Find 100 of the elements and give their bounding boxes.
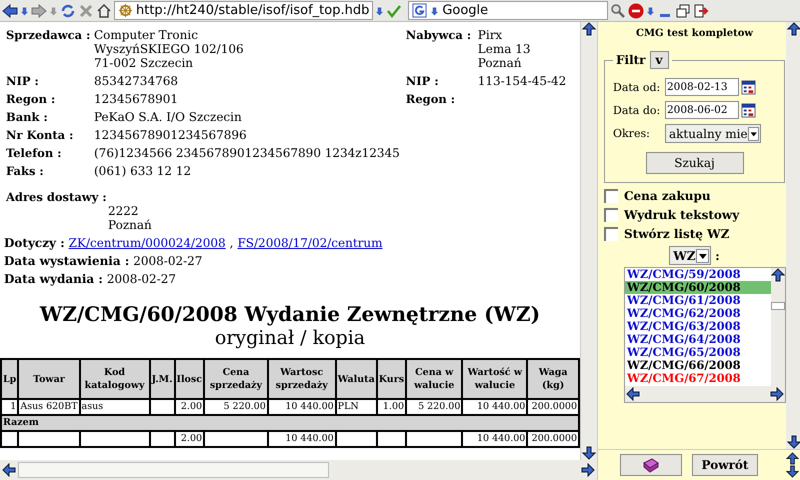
separator-text: , — [230, 236, 234, 250]
reload-icon[interactable] — [60, 2, 76, 18]
column-header: Kod katalogowy — [80, 359, 150, 399]
field-label: Data wystawienia : — [4, 254, 130, 268]
document-item[interactable]: WZ/CMG/67/2008 — [625, 372, 771, 385]
checkbox[interactable] — [604, 189, 618, 203]
field-label: Nr Konta : — [6, 128, 74, 142]
date-field[interactable]: 2008-02-13 — [665, 78, 739, 96]
field-value: PeKaO S.A. I/O Szczecin — [94, 110, 242, 124]
column-header: Kurs — [376, 359, 406, 399]
checkbox[interactable] — [604, 227, 618, 241]
filter-legend: Filtr — [616, 53, 646, 67]
address-line: Lema 13 — [478, 42, 530, 56]
column-header: Wartosc sprzedaży — [268, 359, 336, 399]
horizontal-scrollbar[interactable] — [0, 460, 597, 480]
back-button[interactable]: Powrót — [692, 454, 758, 476]
address-line: Computer Tronic — [94, 28, 199, 42]
scroll-left-icon[interactable] — [626, 387, 640, 401]
document-item[interactable]: WZ/CMG/63/2008 — [625, 320, 771, 333]
scroll-left-icon[interactable] — [2, 463, 16, 477]
scroll-down-icon[interactable] — [582, 446, 596, 460]
document-title: WZ/CMG/60/2008 Wydanie Zewnętrzne (WZ) — [38, 302, 542, 326]
column-header: Waga (kg) — [527, 359, 579, 399]
total-label: Razem — [1, 415, 579, 431]
scroll-up-icon[interactable] — [771, 268, 785, 282]
document-type-dropdown[interactable]: WZ — [669, 246, 712, 265]
field-value: 2008-02-27 — [133, 254, 202, 268]
field-label: Data wydania : — [4, 272, 103, 286]
field-label: Nabywca : — [406, 28, 472, 44]
address-line: 71-002 Szczecin — [94, 56, 194, 70]
vertical-scrollbar[interactable] — [580, 22, 597, 460]
field-value: 85342734768 — [94, 74, 178, 88]
table-cell: 2.00 — [174, 431, 204, 447]
field-label: NIP : — [406, 74, 440, 88]
book-button[interactable] — [620, 454, 682, 476]
field-value: 12345678901 — [94, 92, 178, 106]
address-line: Poznań — [108, 218, 153, 232]
column-header: Ilosc — [174, 359, 204, 399]
scrollbar-thumb[interactable] — [771, 302, 785, 310]
scroll-down-icon[interactable] — [786, 435, 800, 449]
field-label: Telefon : — [6, 146, 62, 160]
toggle-button[interactable]: v — [650, 51, 668, 69]
field-value: 113-154-45-42 — [478, 74, 566, 88]
scroll-right-icon[interactable] — [770, 387, 784, 401]
stop-sign-icon[interactable] — [628, 2, 644, 18]
checkbox-label: Stwórz listę WZ — [624, 227, 730, 241]
scrollbar-thumb[interactable] — [18, 462, 329, 478]
field-value: (76)1234566 2345678901234567890 1234z12345 — [94, 146, 400, 160]
document-item[interactable]: WZ/CMG/64/2008 — [625, 333, 771, 346]
document-item[interactable]: WZ/CMG/62/2008 — [625, 307, 771, 320]
checkbox[interactable] — [604, 208, 618, 222]
address-line: 2222 — [108, 204, 140, 218]
document-subtitle: oryginał / kopia — [214, 326, 366, 350]
field-value: 2008-02-27 — [106, 272, 176, 286]
field-label: Regon : — [406, 92, 456, 106]
document-item[interactable]: WZ/CMG/59/2008 — [625, 268, 771, 281]
document-link[interactable]: ZK/centrum/000024/2008 — [68, 236, 226, 250]
site-icon — [118, 3, 133, 18]
scroll-up-icon[interactable] — [786, 452, 799, 465]
document-item[interactable]: WZ/CMG/60/2008 — [625, 281, 771, 294]
address-line: WyszyńSKIEGO 102/106 — [94, 42, 244, 56]
field-label: Regon : — [6, 92, 56, 106]
document-item[interactable]: WZ/CMG/66/2008 — [625, 359, 771, 372]
document-item[interactable]: WZ/CMG/65/2008 — [625, 346, 771, 359]
table-cell: 10 440.00 — [462, 431, 528, 447]
caret-icon[interactable] — [748, 126, 759, 140]
period-dropdown[interactable]: aktualny mie — [665, 124, 761, 143]
scroll-up-icon[interactable] — [582, 22, 596, 36]
field-label: Dotyczy : — [4, 236, 65, 250]
date-field[interactable]: 2008-06-02 — [665, 101, 739, 119]
field-label: Data od: — [613, 80, 662, 94]
forward-arrow-icon[interactable] — [31, 2, 47, 18]
table-cell: 10 440.00 — [268, 431, 336, 447]
column-header: Towar — [18, 359, 80, 399]
field-label: Faks : — [6, 164, 45, 178]
column-header: Waluta — [336, 359, 377, 399]
address-field[interactable]: http://ht240/stable/isof/isof_top.hdb — [114, 1, 374, 20]
field-label: Bank : — [6, 110, 49, 124]
restore-icon[interactable] — [675, 2, 692, 18]
checkmark-icon[interactable] — [386, 2, 402, 18]
calendar-icon[interactable] — [741, 80, 756, 94]
scroll-right-icon[interactable] — [581, 463, 595, 477]
vertical-scrollbar[interactable] — [786, 22, 800, 449]
field-label: Sprzedawca : — [6, 28, 92, 44]
scroll-up-icon[interactable] — [786, 22, 800, 36]
home-icon[interactable] — [96, 2, 112, 18]
column-header: Wartość w walucie — [462, 359, 528, 399]
document-item[interactable]: WZ/CMG/61/2008 — [625, 294, 771, 307]
search-field[interactable]: Google — [408, 1, 608, 20]
scroll-down-icon[interactable] — [786, 465, 799, 478]
search-button[interactable]: Szukaj — [646, 152, 744, 174]
search-engine-icon — [412, 3, 428, 18]
magnifier-icon[interactable] — [610, 2, 626, 18]
field-value: 12345678901234567896 — [94, 128, 247, 142]
book-icon — [642, 457, 660, 473]
calendar-icon[interactable] — [741, 102, 756, 118]
exit-icon[interactable] — [693, 2, 710, 18]
caret-icon[interactable] — [696, 248, 710, 262]
back-arrow-icon[interactable] — [2, 2, 18, 18]
document-link[interactable]: FS/2008/17/02/centrum — [237, 236, 382, 250]
